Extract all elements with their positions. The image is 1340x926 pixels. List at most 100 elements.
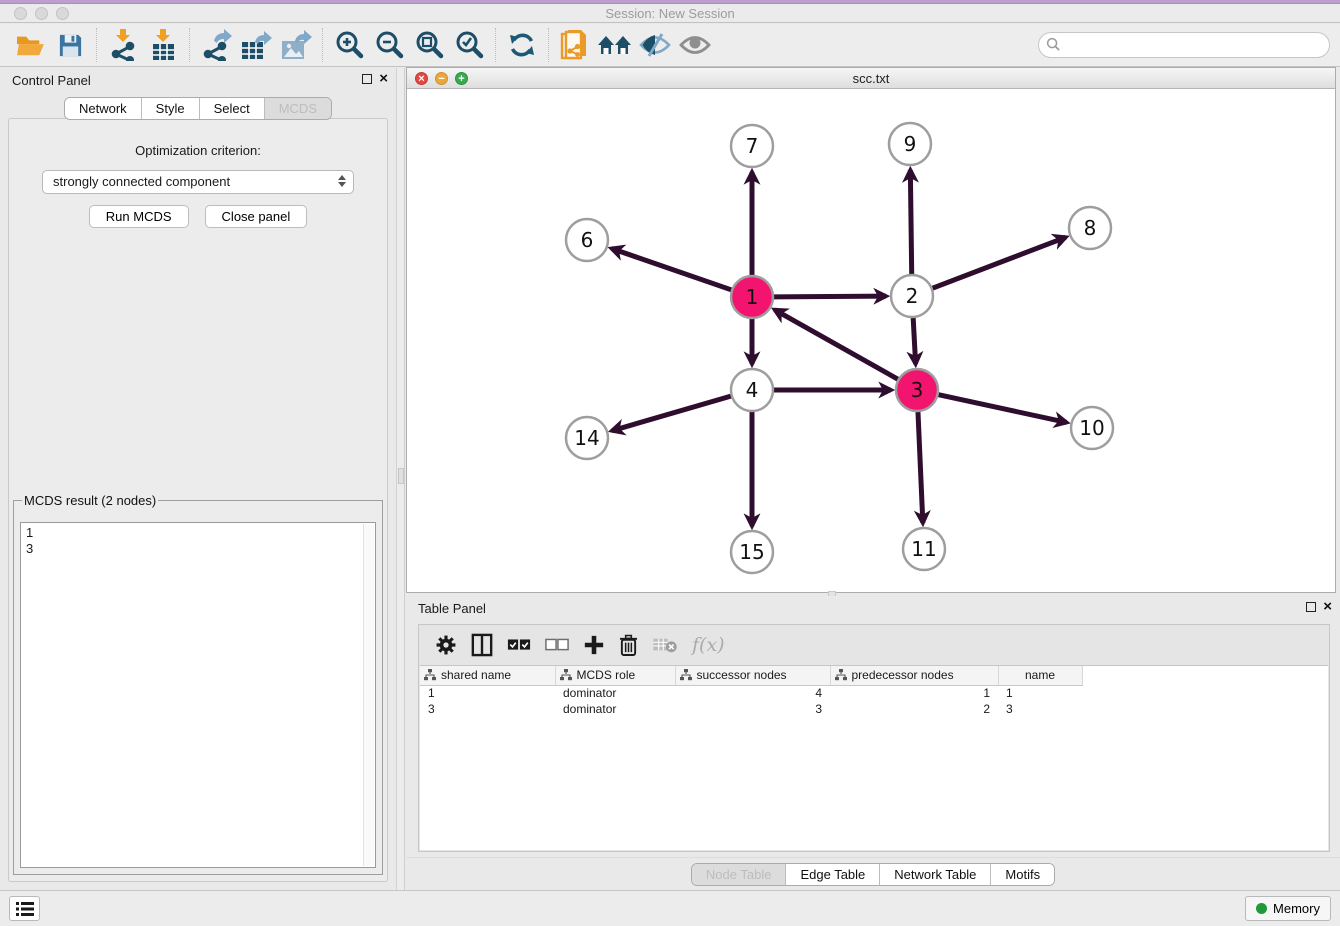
- toolbar-separator: [495, 28, 496, 62]
- show-graphics-details-button[interactable]: [675, 26, 715, 64]
- status-bar: Memory: [0, 890, 1340, 926]
- table-row[interactable]: 1 dominator 4 1 1: [420, 685, 1082, 701]
- graph-edge-1-2[interactable]: [774, 296, 886, 297]
- cell-mcds-role[interactable]: dominator: [555, 701, 675, 717]
- result-scrollbar[interactable]: [363, 524, 374, 866]
- tab-edge-table[interactable]: Edge Table: [785, 864, 879, 885]
- export-image-button[interactable]: [276, 26, 316, 64]
- show-column-button[interactable]: [471, 630, 493, 660]
- column-header-mcds-role[interactable]: MCDS role: [555, 666, 675, 685]
- mcds-result-list[interactable]: 1 3: [20, 522, 376, 868]
- cell-shared-name[interactable]: 3: [420, 701, 555, 717]
- cell-predecessor-nodes[interactable]: 2: [830, 701, 998, 717]
- tab-motifs[interactable]: Motifs: [990, 864, 1054, 885]
- cell-shared-name[interactable]: 1: [420, 685, 555, 701]
- export-table-button[interactable]: [236, 26, 276, 64]
- graph-node-label-3: 3: [911, 378, 924, 402]
- graph-edge-3-11[interactable]: [918, 412, 923, 523]
- zoom-in-button[interactable]: [329, 26, 369, 64]
- graph-node-label-9: 9: [904, 132, 917, 156]
- show-task-history-button[interactable]: [9, 896, 40, 921]
- zoom-selected-button[interactable]: [449, 26, 489, 64]
- list-icon: [16, 902, 34, 916]
- tab-network[interactable]: Network: [65, 98, 141, 119]
- tab-select[interactable]: Select: [199, 98, 264, 119]
- criterion-dropdown[interactable]: strongly connected component: [42, 170, 354, 194]
- memory-status-button[interactable]: Memory: [1245, 896, 1331, 921]
- graph-node-label-8: 8: [1084, 216, 1097, 240]
- refresh-network-button[interactable]: [502, 26, 542, 64]
- network-window-titlebar[interactable]: × − + scc.txt: [407, 68, 1335, 89]
- plus-icon: [583, 634, 605, 656]
- zoom-out-button[interactable]: [369, 26, 409, 64]
- node-table[interactable]: shared name MCDS role successor nodes pr…: [420, 665, 1328, 850]
- tab-network-table[interactable]: Network Table: [879, 864, 990, 885]
- graph-node-label-15: 15: [739, 540, 764, 564]
- network-canvas[interactable]: 7968124314101511: [407, 89, 1335, 592]
- control-panel-float-button[interactable]: [362, 74, 372, 84]
- hide-graphics-details-button[interactable]: [635, 26, 675, 64]
- tab-mcds[interactable]: MCDS: [264, 98, 331, 119]
- delete-row-button[interactable]: [619, 630, 638, 660]
- cell-name[interactable]: 3: [998, 701, 1082, 717]
- graph-edge-1-6[interactable]: [612, 248, 732, 289]
- open-session-button[interactable]: [10, 26, 50, 64]
- export-network-icon: [200, 29, 232, 61]
- table-row[interactable]: 3 dominator 3 2 3: [420, 701, 1082, 717]
- column-header-shared-name[interactable]: shared name: [420, 666, 555, 685]
- trash-icon: [619, 634, 638, 657]
- close-panel-button[interactable]: Close panel: [205, 205, 308, 228]
- graph-edge-3-10[interactable]: [938, 395, 1066, 423]
- search-input[interactable]: [1038, 32, 1330, 58]
- graph-edge-3-1[interactable]: [775, 310, 898, 379]
- graph-node-label-11: 11: [911, 537, 936, 561]
- table-panel-tabs: Node Table Edge Table Network Table Moti…: [691, 863, 1055, 886]
- tab-style[interactable]: Style: [141, 98, 199, 119]
- tab-node-table[interactable]: Node Table: [692, 864, 786, 885]
- add-row-button[interactable]: [583, 630, 605, 660]
- cell-name[interactable]: 1: [998, 685, 1082, 701]
- network-graph[interactable]: 7968124314101511: [407, 89, 1335, 592]
- column-header-name[interactable]: name: [998, 666, 1082, 685]
- cell-successor-nodes[interactable]: 3: [675, 701, 830, 717]
- graph-node-label-4: 4: [746, 378, 759, 402]
- cell-predecessor-nodes[interactable]: 1: [830, 685, 998, 701]
- export-network-button[interactable]: [196, 26, 236, 64]
- graph-edge-4-14[interactable]: [612, 396, 731, 431]
- column-settings-button[interactable]: [435, 630, 457, 660]
- network-view-window: × − + scc.txt 7968124314101511: [406, 67, 1336, 593]
- panel-splitter-vertical[interactable]: [396, 68, 405, 890]
- zoom-fit-button[interactable]: [409, 26, 449, 64]
- graph-edge-2-3[interactable]: [913, 318, 915, 364]
- graph-edge-2-9[interactable]: [910, 170, 911, 274]
- control-panel-tabs: Network Style Select MCDS: [64, 97, 332, 120]
- tree-icon: [680, 669, 692, 681]
- table-panel-close-button[interactable]: ×: [1323, 601, 1332, 613]
- table-panel-float-button[interactable]: [1306, 602, 1316, 612]
- graph-node-label-10: 10: [1079, 416, 1104, 440]
- splitter-grip[interactable]: [398, 468, 404, 484]
- houses-icon: [597, 32, 633, 58]
- import-table-button[interactable]: [143, 26, 183, 64]
- cell-successor-nodes[interactable]: 4: [675, 685, 830, 701]
- show-all-networks-button[interactable]: [595, 26, 635, 64]
- unchecked-boxes-icon: [545, 638, 569, 652]
- save-session-button[interactable]: [50, 26, 90, 64]
- column-header-predecessor-nodes[interactable]: predecessor nodes: [830, 666, 998, 685]
- tree-icon: [560, 669, 572, 681]
- deselect-all-columns-button[interactable]: [545, 630, 569, 660]
- control-panel-close-button[interactable]: ×: [379, 73, 388, 85]
- open-folder-icon: [15, 32, 45, 58]
- eye-icon: [679, 32, 711, 58]
- select-all-columns-button[interactable]: [507, 630, 531, 660]
- import-network-button[interactable]: [103, 26, 143, 64]
- graph-edge-2-8[interactable]: [933, 237, 1066, 288]
- graph-node-label-2: 2: [906, 284, 919, 308]
- column-header-successor-nodes[interactable]: successor nodes: [675, 666, 830, 685]
- run-mcds-button[interactable]: Run MCDS: [89, 205, 189, 228]
- search-container: [1038, 32, 1330, 58]
- clone-network-button[interactable]: [555, 26, 595, 64]
- cell-mcds-role[interactable]: dominator: [555, 685, 675, 701]
- criterion-dropdown-value: strongly connected component: [53, 174, 230, 189]
- zoom-out-icon: [374, 30, 404, 60]
